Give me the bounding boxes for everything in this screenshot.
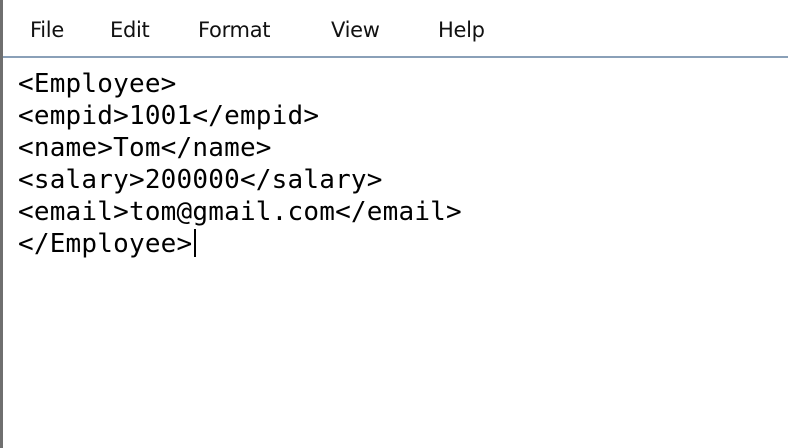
menu-edit[interactable]: Edit bbox=[110, 12, 150, 48]
editor-line-text: </Employee> bbox=[18, 229, 193, 259]
menu-view[interactable]: View bbox=[331, 12, 380, 48]
menu-help[interactable]: Help bbox=[438, 12, 485, 48]
menu-file[interactable]: File bbox=[30, 12, 64, 48]
text-caret bbox=[194, 229, 197, 257]
editor-line: <Employee> bbox=[18, 69, 177, 99]
text-editor-area[interactable]: <Employee> <empid>1001</empid> <name>Tom… bbox=[3, 58, 788, 448]
editor-line: <name>Tom</name> bbox=[18, 133, 272, 163]
notepad-window: File Edit Format View Help <Employee> <e… bbox=[0, 0, 788, 448]
menu-bar: File Edit Format View Help bbox=[3, 0, 788, 58]
menu-format[interactable]: Format bbox=[198, 12, 271, 48]
editor-last-line: </Employee> bbox=[18, 229, 197, 259]
editor-line: <email>tom@gmail.com</email> bbox=[18, 197, 462, 227]
editor-line: <salary>200000</salary> bbox=[18, 165, 383, 195]
editor-line: <empid>1001</empid> bbox=[18, 101, 320, 131]
